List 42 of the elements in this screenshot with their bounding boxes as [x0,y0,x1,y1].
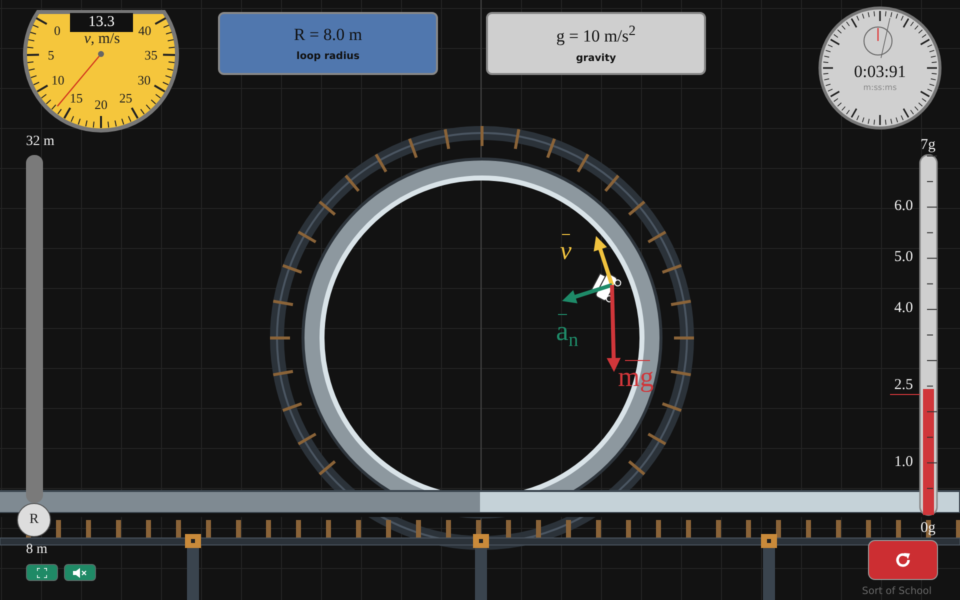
speed-unit-label: v, m/s [83,31,121,48]
reset-button[interactable] [868,540,938,580]
speed-scale-number: 40 [138,22,152,38]
brand-label: Sort of School [862,586,932,597]
loop-radius-panel[interactable]: R = 8.0 m loop radius [218,12,438,75]
slider-min-label: 8 m [26,542,48,558]
gravity-caption: gravity [576,52,616,64]
radius-slider-track[interactable] [26,155,43,503]
g-scale-number: 1.0 [893,452,914,472]
mute-button[interactable] [64,564,96,581]
velocity-vector-label: v [560,233,572,264]
g-scale-number: 6.0 [893,197,914,216]
g-scale-number: 5.0 [893,248,914,268]
time-format-label: m:ss:ms [863,83,897,92]
gravity-vector-label: mg [618,359,654,392]
fullscreen-button[interactable] [26,564,58,581]
gravity-formula: g = 10 m/s$^{2}$ [556,23,636,47]
speed-scale-number: 0 [54,22,61,38]
speed-scale-number: 5 [48,48,54,63]
normal-vector-label: a$_{n}$ [556,313,578,350]
radius-formula: R = 8.0 m [294,25,362,45]
g-max-label: 7g [920,137,936,153]
cart-drawing [590,272,622,302]
g-scale-number: 2.5 [890,376,920,396]
slider-handle[interactable]: R [17,503,51,537]
speed-reading: 13.3 [70,13,133,32]
g-min-label: 0g [920,520,936,536]
speed-scale-number: 15 [70,90,83,106]
speed-scale-number: 30 [138,72,151,88]
g-scale-number: 4.0 [893,299,914,318]
needle-pivot [98,51,104,57]
gravity-panel[interactable]: g = 10 m/s$^{2}$ gravity [486,12,706,75]
stopwatch-time: 0:03:91 [854,62,906,81]
speed-scale-number: 35 [144,48,158,63]
muted-speaker-icon [73,568,87,578]
slider-max-label: 32 m [26,134,54,150]
reset-icon [894,551,912,569]
speed-scale-number: 20 [94,97,108,112]
speed-scale-number: 10 [51,72,64,88]
speed-scale-number: 25 [119,90,132,106]
radius-caption: loop radius [296,51,360,62]
fullscreen-icon [37,568,47,578]
